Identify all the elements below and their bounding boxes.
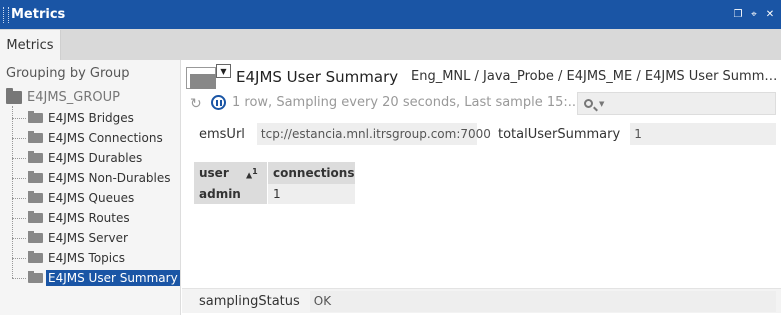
sidebar-item[interactable]: E4JMS Durables bbox=[12, 148, 144, 168]
sidebar-item[interactable]: E4JMS Connections bbox=[12, 128, 165, 148]
refresh-icon[interactable]: ↻ bbox=[190, 96, 202, 112]
group-label: E4JMS_GROUP bbox=[27, 90, 120, 105]
page-title: E4JMS User Summary bbox=[236, 68, 399, 86]
folder-icon bbox=[28, 131, 43, 143]
sidebar-item-label: E4JMS Server bbox=[48, 231, 128, 245]
sidebar-item[interactable]: E4JMS Queues bbox=[12, 188, 136, 208]
tree-connector bbox=[12, 257, 26, 259]
folder-icon bbox=[28, 191, 43, 203]
sidebar-item[interactable]: E4JMS Non-Durables bbox=[12, 168, 173, 188]
emsurl-value: tcp://estancia.mnl.itrsgroup.com:7000 bbox=[256, 123, 491, 145]
sampling-status-text: 1 row, Sampling every 20 seconds, Last s… bbox=[232, 95, 581, 110]
folder-icon bbox=[28, 251, 43, 263]
sampling-status-value: OK bbox=[309, 290, 776, 312]
sidebar-item-label: E4JMS Durables bbox=[48, 151, 143, 165]
tab-bar: Metrics bbox=[0, 29, 781, 60]
emsurl-row: emsUrl tcp://estancia.mnl.itrsgroup.com:… bbox=[199, 122, 491, 146]
tree-connector bbox=[12, 197, 26, 199]
folder-icon bbox=[28, 231, 43, 243]
sort-order: 1 bbox=[252, 167, 258, 176]
sidebar-item-label: E4JMS Connections bbox=[48, 131, 163, 145]
column-header-label: user bbox=[199, 166, 229, 180]
sidebar-item[interactable]: E4JMS Bridges bbox=[12, 108, 136, 128]
chevron-down-icon: ▼ bbox=[599, 99, 605, 108]
window-controls: ❐ ⌖ ✕ bbox=[733, 8, 775, 20]
search-icon bbox=[584, 99, 593, 108]
tab-metrics[interactable]: Metrics bbox=[0, 30, 61, 60]
tree-connector bbox=[12, 137, 26, 139]
tree-connector bbox=[12, 237, 26, 239]
tree-connector bbox=[12, 157, 26, 159]
sidebar-heading: Grouping by Group bbox=[6, 66, 130, 81]
total-row: totalUserSummary 1 bbox=[498, 122, 777, 146]
window-titlebar: Metrics ❐ ⌖ ✕ bbox=[0, 0, 781, 29]
sidebar-item-label: E4JMS Bridges bbox=[48, 111, 134, 125]
view-selector-icon bbox=[190, 74, 216, 89]
sidebar-item-label: E4JMS Topics bbox=[48, 251, 125, 265]
view-selector[interactable] bbox=[186, 67, 216, 89]
column-header-user[interactable]: user ▲1 bbox=[194, 162, 268, 184]
tree-connector bbox=[12, 277, 26, 279]
sidebar-item-label: E4JMS Routes bbox=[48, 211, 130, 225]
sidebar-item-label: E4JMS Queues bbox=[48, 191, 135, 205]
pause-icon[interactable] bbox=[211, 95, 226, 110]
total-label: totalUserSummary bbox=[498, 126, 621, 142]
table-header: user ▲1 connections bbox=[194, 162, 356, 184]
sidebar-item[interactable]: E4JMS User Summary bbox=[12, 268, 180, 288]
cell-user: admin bbox=[194, 184, 268, 204]
folder-icon bbox=[28, 211, 43, 223]
sidebar-item-label: E4JMS Non-Durables bbox=[48, 171, 171, 185]
tree-connector bbox=[12, 177, 26, 179]
tree-connector bbox=[12, 217, 26, 219]
main-panel: ▼ E4JMS User Summary Eng_MNL / Java_Prob… bbox=[182, 60, 781, 315]
pin-icon[interactable]: ⌖ bbox=[749, 8, 759, 20]
column-header-label: connections bbox=[273, 166, 355, 180]
column-header-connections[interactable]: connections bbox=[268, 162, 356, 184]
sidebar-item[interactable]: E4JMS Server bbox=[12, 228, 130, 248]
total-value: 1 bbox=[630, 123, 777, 145]
sidebar: Grouping by Group E4JMS_GROUP E4JMS Brid… bbox=[0, 60, 181, 315]
breadcrumb: Eng_MNL / Java_Probe / E4JMS_ME / E4JMS … bbox=[411, 69, 781, 84]
table-row[interactable]: admin 1 bbox=[194, 184, 356, 204]
sidebar-item[interactable]: E4JMS Routes bbox=[12, 208, 132, 228]
folder-icon bbox=[28, 151, 43, 163]
window-title: Metrics bbox=[11, 7, 66, 22]
sampling-status-row: samplingStatus OK bbox=[182, 288, 781, 313]
restore-icon[interactable]: ❐ bbox=[733, 8, 743, 20]
dropdown-icon[interactable]: ▼ bbox=[216, 64, 231, 78]
folder-icon bbox=[28, 111, 43, 123]
data-table: user ▲1 connections admin 1 bbox=[194, 162, 356, 204]
close-icon[interactable]: ✕ bbox=[765, 8, 775, 20]
folder-icon bbox=[28, 171, 43, 183]
sidebar-item[interactable]: E4JMS Topics bbox=[12, 248, 127, 268]
sampling-status-label: samplingStatus bbox=[199, 293, 300, 309]
tree-connector bbox=[12, 117, 26, 119]
cell-connections: 1 bbox=[268, 184, 356, 204]
folder-icon bbox=[28, 271, 43, 283]
emsurl-label: emsUrl bbox=[199, 126, 245, 142]
folder-icon bbox=[6, 88, 22, 104]
sidebar-item-label: E4JMS User Summary bbox=[46, 270, 180, 286]
sort-asc-icon: ▲1 bbox=[246, 167, 258, 180]
tree-group[interactable]: E4JMS_GROUP bbox=[6, 88, 120, 105]
search-input[interactable]: ▼ bbox=[577, 92, 776, 115]
drag-grip-icon[interactable] bbox=[3, 6, 9, 23]
